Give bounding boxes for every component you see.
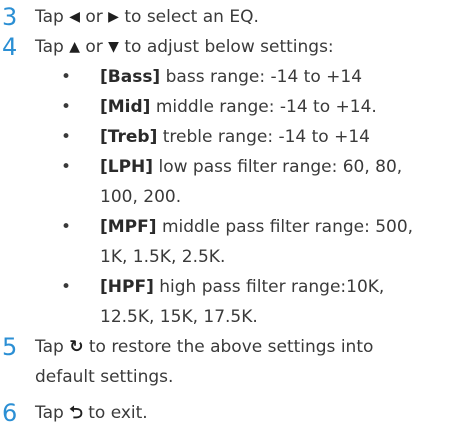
bullet-text: [Treb] treble range: -14 to +14: [100, 122, 452, 152]
bullet-text: [Bass] bass range: -14 to +14: [100, 62, 452, 92]
step-number: 4: [2, 33, 18, 61]
step-text-before: Tap: [35, 337, 64, 357]
step-number: 6: [2, 399, 18, 427]
setting-description-cont: 1K, 1.5K, 2.5K.: [100, 247, 226, 267]
left-arrow-icon: ◀: [69, 9, 80, 25]
step-text-after: to select an EQ.: [124, 7, 259, 27]
step-text: Tap ◀ or ▶ to select an EQ.: [35, 2, 259, 32]
setting-keyword: [HPF]: [100, 277, 154, 297]
bullet-symbol: •: [61, 217, 72, 237]
up-arrow-icon: ▲: [69, 39, 80, 55]
step-text-before: Tap: [35, 403, 64, 423]
setting-keyword: [LPH]: [100, 157, 154, 177]
bullet-text: [Mid] middle range: -14 to +14.: [100, 92, 452, 122]
setting-description: middle pass filter range: 500,: [161, 217, 414, 237]
setting-keyword: [MPF]: [100, 217, 157, 237]
bullet-symbol: •: [61, 97, 72, 117]
step-text-cont: default settings.: [35, 367, 174, 387]
step-text: Tap ▲ or ▼ to adjust below settings:: [35, 32, 334, 62]
step-text-mid: or: [85, 37, 103, 57]
down-arrow-icon: ▼: [108, 39, 119, 55]
bullet-text: [MPF] middle pass filter range: 500, 1K, …: [100, 212, 452, 272]
setting-description: bass range: -14 to +14: [165, 67, 363, 87]
setting-keyword: [Bass]: [100, 67, 161, 87]
back-icon: ⮌: [69, 403, 83, 423]
setting-description-cont: 12.5K, 15K, 17.5K.: [100, 307, 258, 327]
step-text-before: Tap: [35, 37, 64, 57]
step-text-before: Tap: [35, 7, 64, 27]
setting-description-cont: 100, 200.: [100, 187, 182, 207]
bullet-text: [LPH] low pass filter range: 60, 80, 100,…: [100, 152, 452, 212]
step-number: 5: [2, 333, 18, 361]
step-text-after: to exit.: [88, 403, 148, 423]
restore-icon: ↻: [69, 337, 84, 357]
setting-description: low pass filter range: 60, 80,: [158, 157, 403, 177]
bullet-symbol: •: [61, 277, 72, 297]
bullet-symbol: •: [61, 67, 72, 87]
bullet-symbol: •: [61, 127, 72, 147]
step-text: Tap ↻ to restore the above settings into…: [35, 332, 445, 392]
setting-description: treble range: -14 to +14: [162, 127, 370, 147]
step-text: Tap ⮌ to exit.: [35, 398, 148, 428]
setting-keyword: [Treb]: [100, 127, 158, 147]
step-number: 3: [2, 3, 18, 31]
setting-description: high pass filter range:10K,: [159, 277, 385, 297]
bullet-text: [HPF] high pass filter range:10K, 12.5K, …: [100, 272, 452, 332]
right-arrow-icon: ▶: [108, 9, 119, 25]
setting-keyword: [Mid]: [100, 97, 151, 117]
setting-description: middle range: -14 to +14.: [155, 97, 377, 117]
bullet-symbol: •: [61, 157, 72, 177]
step-text-after: to adjust below settings:: [124, 37, 334, 57]
step-text-mid: or: [85, 7, 103, 27]
step-text-after: to restore the above settings into: [88, 337, 374, 357]
